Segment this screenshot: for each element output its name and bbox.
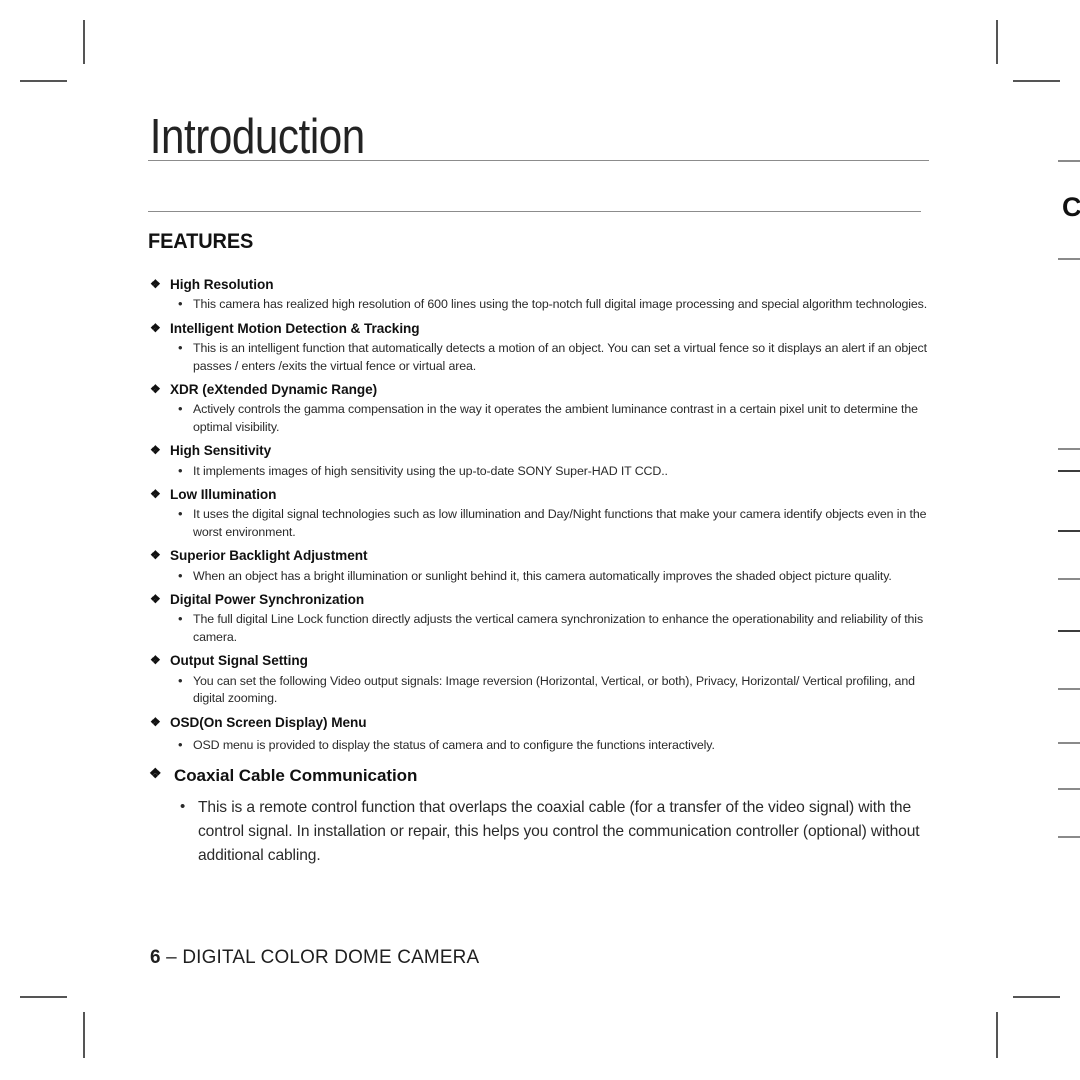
feature-title-text: Low Illumination — [170, 487, 277, 503]
dot-bullet-icon: • — [178, 401, 183, 417]
feature-title: ❖ Digital Power Synchronization — [148, 590, 938, 609]
edge-tick — [1058, 448, 1080, 450]
diamond-bullet-icon: ❖ — [150, 382, 161, 397]
diamond-bullet-icon: ❖ — [150, 443, 161, 458]
diamond-bullet-icon: ❖ — [149, 765, 162, 782]
diamond-bullet-icon: ❖ — [150, 548, 161, 563]
feature-body: • It implements images of high sensitivi… — [148, 463, 938, 480]
feature-title: ❖ Low Illumination — [148, 485, 938, 504]
feature-body: • The full digital Line Lock function di… — [148, 611, 938, 646]
feature-body-text: You can set the following Video output s… — [193, 673, 915, 706]
crop-mark-top-right-vertical — [996, 20, 998, 64]
edge-tick — [1058, 530, 1080, 532]
edge-tick — [1058, 836, 1080, 838]
footer-title: – DIGITAL COLOR DOME CAMERA — [160, 946, 480, 968]
feature-body-text: This camera has realized high resolution… — [193, 297, 928, 312]
feature-title: ❖ XDR (eXtended Dynamic Range) — [148, 380, 938, 399]
feature-title-text: Superior Backlight Adjustment — [170, 548, 368, 564]
feature-body-text: The full digital Line Lock function dire… — [193, 612, 924, 644]
page-title: Introduction — [149, 110, 365, 164]
feature-body-text: OSD menu is provided to display the stat… — [193, 737, 715, 752]
feature-body: • This is an intelligent function that a… — [148, 340, 938, 375]
list-item: ❖ High Resolution • This camera has real… — [148, 275, 938, 314]
feature-body-text: Actively controls the gamma compensation… — [193, 402, 918, 434]
crop-mark-bottom-left-horizontal — [20, 996, 67, 998]
feature-body: • Actively controls the gamma compensati… — [148, 401, 938, 436]
diamond-bullet-icon: ❖ — [150, 592, 161, 607]
feature-body-text: It uses the digital signal technologies … — [193, 507, 927, 539]
feature-body-text: This is a remote control function that o… — [198, 798, 920, 864]
feature-body: • It uses the digital signal technologie… — [148, 506, 938, 541]
dot-bullet-icon: • — [178, 567, 183, 583]
diamond-bullet-icon: ❖ — [150, 714, 161, 729]
feature-title-text: Intelligent Motion Detection & Tracking — [170, 320, 420, 336]
list-item: ❖ OSD(On Screen Display) Menu • OSD menu… — [148, 713, 938, 755]
list-item: ❖ Intelligent Motion Detection & Trackin… — [148, 319, 938, 375]
edge-tick — [1058, 578, 1080, 580]
edge-tick — [1058, 630, 1080, 632]
feature-title: ❖ OSD(On Screen Display) Menu — [148, 713, 938, 732]
edge-tick — [1058, 688, 1080, 690]
feature-title-text: Output Signal Setting — [170, 653, 308, 669]
dot-bullet-icon: • — [178, 611, 183, 627]
crop-mark-bottom-left-vertical — [83, 1012, 85, 1058]
feature-body: • You can set the following Video output… — [148, 673, 938, 708]
feature-title: ❖ Intelligent Motion Detection & Trackin… — [148, 319, 938, 338]
feature-list: ❖ High Resolution • This camera has real… — [148, 275, 938, 868]
feature-body-text: It implements images of high sensitivity… — [193, 463, 668, 478]
list-item: ❖ Superior Backlight Adjustment • When a… — [148, 546, 938, 585]
dot-bullet-icon: • — [180, 797, 186, 815]
edge-tick — [1058, 742, 1080, 744]
edge-tick — [1058, 788, 1080, 790]
list-item: ❖ High Sensitivity • It implements image… — [148, 441, 938, 480]
edge-tick — [1058, 160, 1080, 162]
dot-bullet-icon: • — [178, 506, 183, 522]
feature-body: • When an object has a bright illuminati… — [148, 568, 938, 585]
feature-title-text: OSD(On Screen Display) Menu — [170, 714, 367, 730]
feature-title: ❖ Coaxial Cable Communication — [148, 763, 938, 789]
dot-bullet-icon: • — [178, 340, 183, 356]
dot-bullet-icon: • — [178, 672, 183, 688]
thumb-index-letter: C — [1062, 192, 1080, 222]
feature-title-text: Digital Power Synchronization — [170, 592, 365, 608]
crop-mark-bottom-right-horizontal — [1013, 996, 1060, 998]
section-heading-features: FEATURES — [148, 230, 254, 253]
feature-body: • This camera has realized high resoluti… — [148, 296, 938, 313]
list-item: ❖ Output Signal Setting • You can set th… — [148, 651, 938, 707]
feature-title-text: Coaxial Cable Communication — [174, 766, 418, 786]
feature-body-text: This is an intelligent function that aut… — [193, 341, 927, 373]
edge-tick — [1058, 258, 1080, 260]
diamond-bullet-icon: ❖ — [150, 653, 161, 668]
feature-title-text: XDR (eXtended Dynamic Range) — [170, 382, 378, 398]
crop-mark-top-right-horizontal — [1013, 80, 1060, 82]
page-number: 6 — [150, 946, 161, 968]
page-footer: 6 – DIGITAL COLOR DOME CAMERA — [150, 946, 479, 969]
diamond-bullet-icon: ❖ — [150, 487, 161, 502]
feature-title-text: High Resolution — [170, 277, 274, 292]
feature-body-text: When an object has a bright illumination… — [193, 568, 892, 583]
list-item: ❖ XDR (eXtended Dynamic Range) • Activel… — [148, 380, 938, 436]
dot-bullet-icon: • — [178, 736, 183, 752]
dot-bullet-icon: • — [178, 296, 183, 312]
list-item: ❖ Low Illumination • It uses the digital… — [148, 485, 938, 541]
feature-body: • OSD menu is provided to display the st… — [148, 737, 938, 754]
feature-title: ❖ High Resolution — [148, 275, 938, 294]
edge-tick — [1058, 470, 1080, 472]
feature-title-text: High Sensitivity — [170, 443, 272, 459]
crop-mark-top-left-horizontal — [20, 80, 67, 82]
page-content: Introduction FEATURES ❖ High Resolution … — [148, 0, 938, 864]
feature-title: ❖ Superior Backlight Adjustment — [148, 546, 938, 565]
diamond-bullet-icon: ❖ — [150, 277, 161, 291]
crop-mark-bottom-right-vertical — [996, 1012, 998, 1058]
feature-title: ❖ Output Signal Setting — [148, 651, 938, 670]
list-item: ❖ Digital Power Synchronization • The fu… — [148, 590, 938, 646]
feature-body: • This is a remote control function that… — [148, 796, 938, 868]
crop-mark-top-left-vertical — [83, 20, 85, 64]
feature-title: ❖ High Sensitivity — [148, 441, 938, 460]
list-item: ❖ Coaxial Cable Communication • This is … — [148, 763, 938, 868]
diamond-bullet-icon: ❖ — [150, 320, 161, 335]
dot-bullet-icon: • — [178, 462, 183, 478]
